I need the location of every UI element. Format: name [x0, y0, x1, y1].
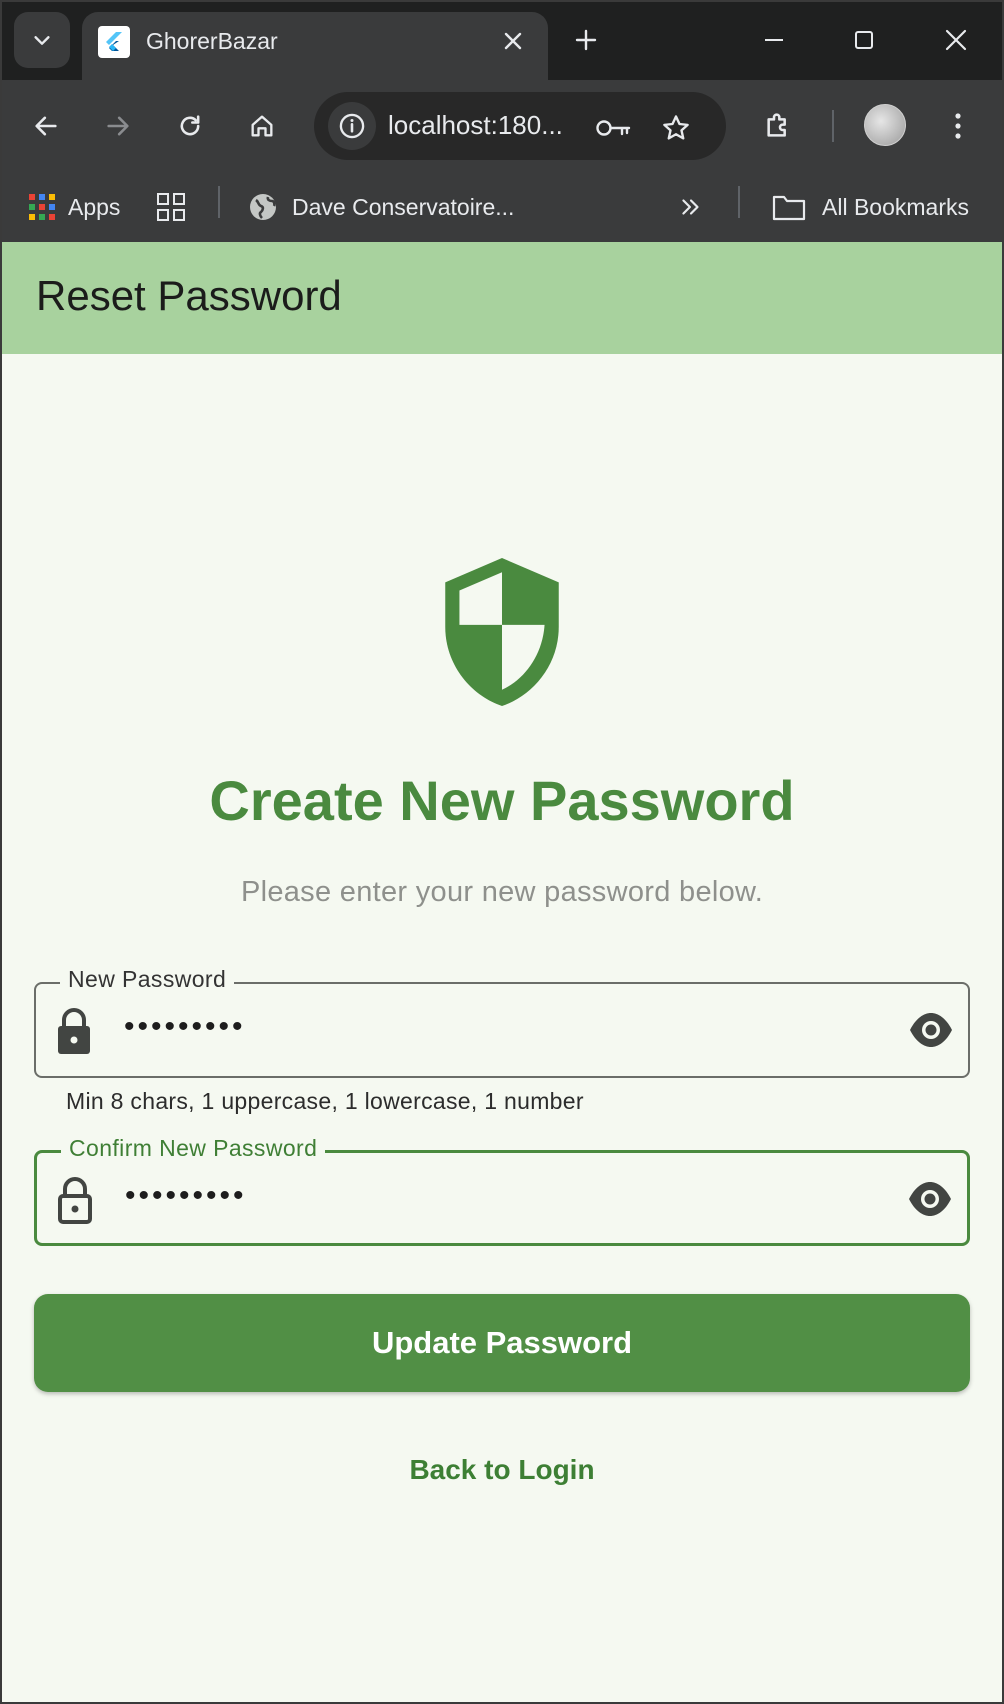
- window-frame: [0, 0, 1004, 1704]
